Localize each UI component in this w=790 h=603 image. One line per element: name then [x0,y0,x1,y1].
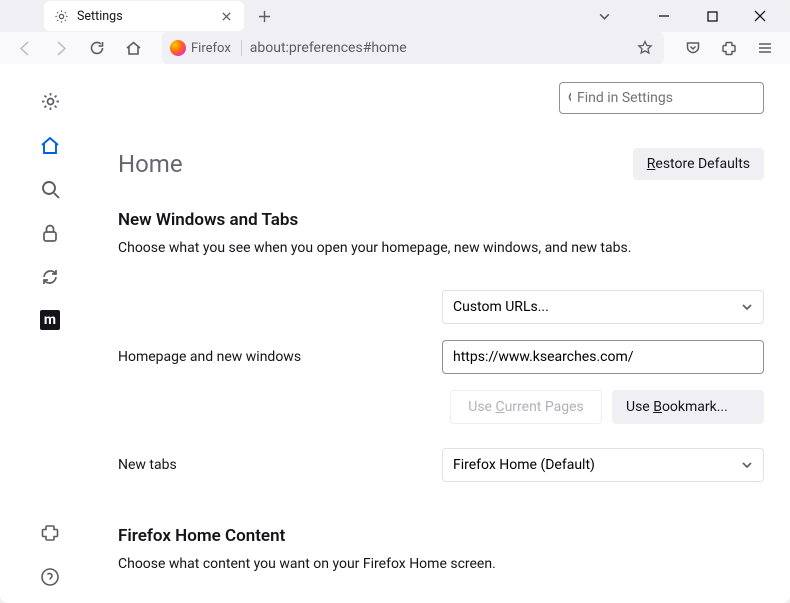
restore-defaults-button[interactable]: Restore Defaults [633,148,764,180]
use-current-pages-button: Use Current Pages [450,390,602,424]
gear-icon [54,9,69,24]
sidebar-item-sync[interactable] [39,266,61,288]
content: m Home Restore Defaults New Windows and … [0,64,790,603]
search-icon [568,91,571,105]
browser-tab[interactable]: Settings [44,1,244,31]
home-button[interactable] [118,33,148,63]
chevron-down-icon [741,301,753,313]
url-bar[interactable]: Firefox about:preferences#home [162,32,664,64]
maximize-button[interactable] [692,0,732,32]
sidebar-item-general[interactable] [39,90,61,112]
main-panel: Home Restore Defaults New Windows and Ta… [100,64,790,603]
title-bar: Settings [0,0,790,32]
pocket-icon[interactable] [678,33,708,63]
sidebar: m [0,64,100,603]
newtabs-label: New tabs [118,457,177,473]
new-tab-button[interactable] [250,2,278,30]
page-title: Home [118,150,183,178]
section-desc-new-windows: Choose what you see when you open your h… [118,240,764,256]
url-text: about:preferences#home [250,40,626,56]
minimize-button[interactable] [644,0,684,32]
sidebar-item-support[interactable] [39,566,61,588]
chevron-down-icon [741,459,753,471]
extensions-icon[interactable] [714,33,744,63]
find-in-settings[interactable] [559,82,764,114]
section-heading-home-content: Firefox Home Content [118,526,764,546]
firefox-logo-icon [170,40,186,56]
section-desc-home-content: Choose what content you want on your Fir… [118,556,764,572]
homepage-mode-dropdown[interactable]: Custom URLs... [442,290,764,324]
section-heading-new-windows: New Windows and Tabs [118,210,764,230]
bookmark-star-icon[interactable] [634,37,656,59]
dropdown-value: Custom URLs... [453,299,549,315]
forward-button[interactable] [46,33,76,63]
back-button[interactable] [10,33,40,63]
homepage-url-input[interactable] [442,340,764,374]
sidebar-item-extensions[interactable] [39,522,61,544]
tab-label: Settings [77,9,210,24]
toolbar: Firefox about:preferences#home [0,32,790,64]
reload-button[interactable] [82,33,112,63]
find-input[interactable] [577,90,755,106]
newtabs-dropdown[interactable]: Firefox Home (Default) [442,448,764,482]
menu-icon[interactable] [750,33,780,63]
brand-label: Firefox [191,41,231,56]
sidebar-item-privacy[interactable] [39,222,61,244]
homepage-label: Homepage and new windows [118,349,301,365]
sidebar-item-search[interactable] [39,178,61,200]
dropdown-value: Firefox Home (Default) [453,457,595,473]
window-close-button[interactable] [740,0,780,32]
close-icon[interactable] [218,8,234,24]
firefox-brand: Firefox [170,40,242,56]
sidebar-item-more[interactable]: m [40,310,60,330]
sidebar-item-home[interactable] [39,134,61,156]
use-bookmark-button[interactable]: Use Bookmark... [612,390,764,424]
chevron-down-icon[interactable] [590,2,618,30]
